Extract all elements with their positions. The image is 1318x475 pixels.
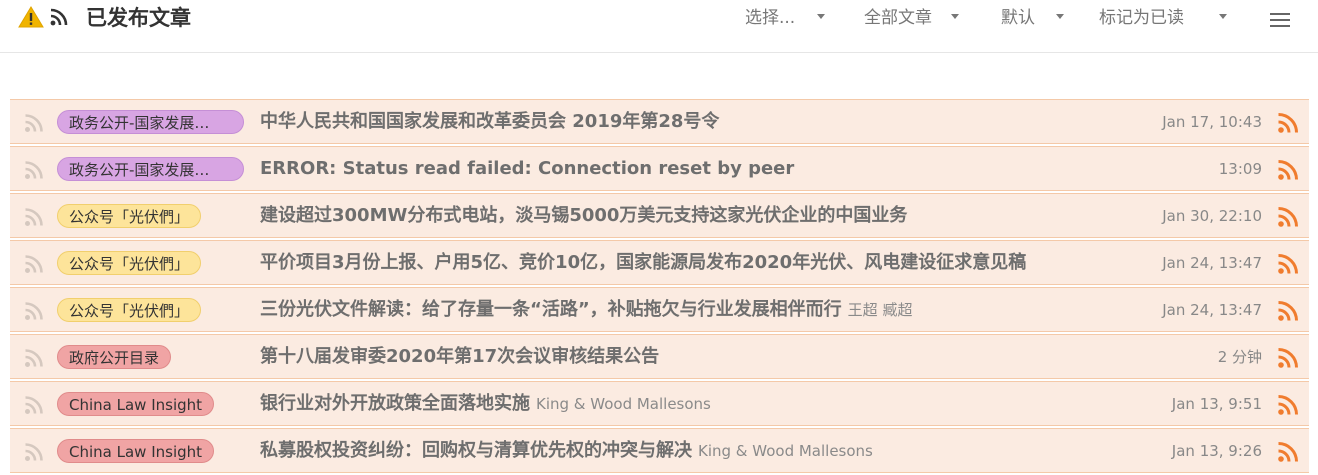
chevron-down-icon	[1056, 13, 1065, 19]
feed-icon	[50, 8, 68, 26]
select-dropdown[interactable]: 选择...	[745, 6, 825, 30]
feed-tag[interactable]: 公众号「光伏們」	[57, 251, 202, 275]
article-row[interactable]: China Law Insight 银行业对外开放政策全面落地实施 King & …	[10, 381, 1309, 426]
article-row[interactable]: 政务公开-国家发展… ERROR: Status read failed: Co…	[10, 146, 1309, 191]
sort-dropdown[interactable]: 默认	[1001, 6, 1065, 30]
article-time: Jan 24, 13:47	[1162, 301, 1262, 319]
article-time: 2 分钟	[1217, 348, 1262, 366]
feed-tag[interactable]: 政务公开-国家发展…	[57, 110, 244, 134]
article-title[interactable]: 私募股权投资纠纷：回购权与清算优先权的冲突与解决 King & Wood Mall…	[260, 439, 873, 463]
sort-dropdown-label: 默认	[1001, 8, 1035, 28]
rss-icon[interactable]	[1277, 159, 1299, 181]
feed-tag[interactable]: 公众号「光伏們」	[57, 204, 202, 228]
article-title[interactable]: 建设超过300MW分布式电站，淡马锡5000万美元支持这家光伏企业的中国业务	[260, 204, 907, 228]
rss-icon[interactable]	[1277, 300, 1299, 322]
article-title[interactable]: 银行业对外开放政策全面落地实施 King & Wood Mallesons	[260, 392, 711, 416]
article-title[interactable]: 第十八届发审委2020年第17次会议审核结果公告	[260, 345, 659, 369]
chevron-down-icon	[816, 13, 825, 19]
article-row[interactable]: 公众号「光伏們」 建设超过300MW分布式电站，淡马锡5000万美元支持这家光伏…	[10, 193, 1309, 238]
article-author: King & Wood Mallesons	[536, 395, 711, 413]
feed-icon	[25, 161, 43, 179]
article-title-text: 平价项目3月份上报、户用5亿、竞价10亿，国家能源局发布2020年光伏、风电建设…	[260, 252, 1027, 273]
feed-tag[interactable]: China Law Insight	[57, 439, 215, 463]
rss-icon[interactable]	[1277, 394, 1299, 416]
feed-icon	[25, 114, 43, 132]
article-time: Jan 24, 13:47	[1162, 254, 1262, 272]
article-row[interactable]: 政务公开-国家发展… 中华人民共和国国家发展和改革委员会 2019年第28号令 …	[10, 99, 1309, 144]
feed-tag[interactable]: 公众号「光伏們」	[57, 298, 202, 322]
article-title-text: 建设超过300MW分布式电站，淡马锡5000万美元支持这家光伏企业的中国业务	[260, 205, 908, 226]
feed-icon	[25, 255, 43, 273]
rss-icon[interactable]	[1277, 112, 1299, 134]
feed-tag[interactable]: 政府公开目录	[57, 345, 172, 369]
article-author: 王超 臧超	[847, 301, 913, 319]
article-title[interactable]: ERROR: Status read failed: Connection re…	[260, 157, 794, 181]
filter-dropdown-label: 全部文章	[864, 8, 932, 28]
rss-icon[interactable]	[1277, 347, 1299, 369]
rss-icon[interactable]	[1277, 441, 1299, 463]
page-title: 已发布文章	[86, 6, 191, 30]
article-row[interactable]: 公众号「光伏們」 三份光伏文件解读：给了存量一条“活路”，补贴拖欠与行业发展相伴…	[10, 287, 1309, 332]
filter-dropdown[interactable]: 全部文章	[864, 6, 960, 30]
article-title[interactable]: 中华人民共和国国家发展和改革委员会 2019年第28号令	[260, 110, 719, 134]
article-title[interactable]: 平价项目3月份上报、户用5亿、竞价10亿，国家能源局发布2020年光伏、风电建设…	[260, 251, 1026, 275]
article-title[interactable]: 三份光伏文件解读：给了存量一条“活路”，补贴拖欠与行业发展相伴而行 王超 臧超	[260, 298, 912, 322]
mark-read-dropdown[interactable]: 标记为已读	[1099, 6, 1228, 30]
article-row[interactable]: 公众号「光伏們」 平价项目3月份上报、户用5亿、竞价10亿，国家能源局发布202…	[10, 240, 1309, 285]
feed-icon	[25, 302, 43, 320]
mark-read-dropdown-label: 标记为已读	[1099, 8, 1184, 28]
article-time: 13:09	[1218, 160, 1262, 178]
article-time: Jan 17, 10:43	[1162, 113, 1262, 131]
article-time: Jan 30, 22:10	[1162, 207, 1262, 225]
article-title-text: 三份光伏文件解读：给了存量一条“活路”，补贴拖欠与行业发展相伴而行	[260, 299, 842, 320]
feed-icon	[25, 443, 43, 461]
article-row[interactable]: China Law Insight 私募股权投资纠纷：回购权与清算优先权的冲突与…	[10, 428, 1309, 473]
article-title-text: ERROR: Status read failed: Connection re…	[260, 158, 795, 179]
rss-icon[interactable]	[1277, 253, 1299, 275]
article-title-text: 私募股权投资纠纷：回购权与清算优先权的冲突与解决	[260, 440, 692, 461]
article-title-text: 中华人民共和国国家发展和改革委员会 2019年第28号令	[260, 111, 720, 132]
top-toolbar: 已发布文章 选择... 全部文章 默认 标记为已读	[0, 0, 1318, 53]
select-dropdown-label: 选择...	[745, 8, 796, 28]
feed-icon	[25, 396, 43, 414]
article-time: Jan 13, 9:26	[1171, 442, 1262, 460]
feed-icon	[25, 208, 43, 226]
article-time: Jan 13, 9:51	[1171, 395, 1262, 413]
hamburger-menu-icon[interactable]	[1270, 13, 1290, 29]
article-list: 政务公开-国家发展… 中华人民共和国国家发展和改革委员会 2019年第28号令 …	[10, 99, 1309, 475]
rss-icon[interactable]	[1277, 206, 1299, 228]
feed-icon	[25, 349, 43, 367]
article-author: King & Wood Mallesons	[698, 442, 873, 460]
article-title-text: 第十八届发审委2020年第17次会议审核结果公告	[260, 346, 660, 367]
article-title-text: 银行业对外开放政策全面落地实施	[260, 393, 530, 414]
feed-tag[interactable]: China Law Insight	[57, 392, 215, 416]
feed-tag[interactable]: 政务公开-国家发展…	[57, 157, 244, 181]
chevron-down-icon	[951, 13, 960, 19]
article-row[interactable]: 政府公开目录 第十八届发审委2020年第17次会议审核结果公告 2 分钟	[10, 334, 1309, 379]
warning-icon[interactable]	[18, 6, 44, 28]
chevron-down-icon	[1219, 13, 1228, 19]
